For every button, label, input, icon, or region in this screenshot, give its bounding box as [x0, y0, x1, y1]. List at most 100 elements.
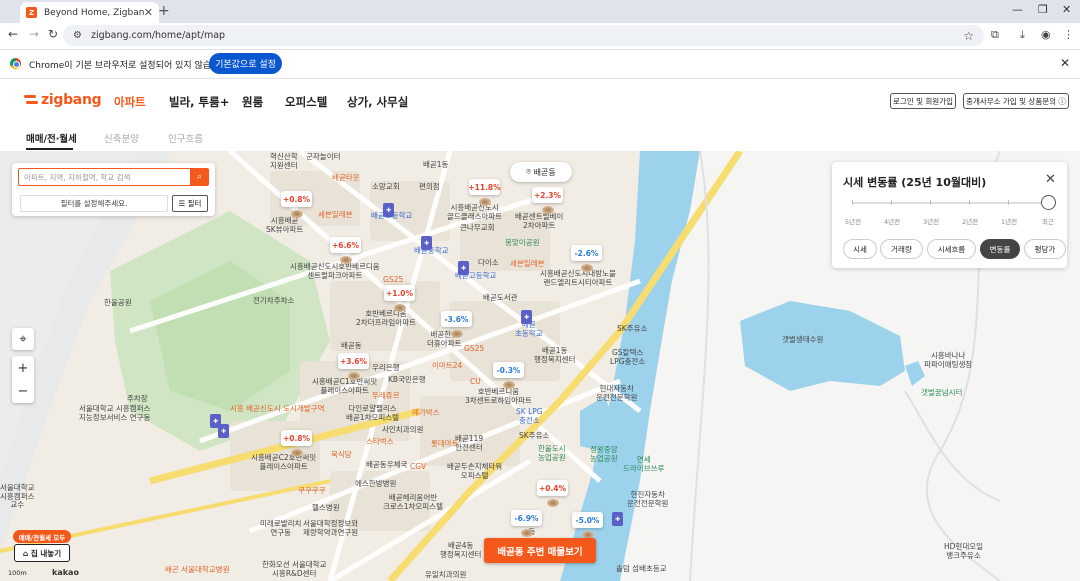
chip-trend[interactable]: 시세흐름	[927, 239, 976, 259]
info-circle-icon: ⓘ	[1058, 96, 1066, 106]
new-tab-icon[interactable]: +	[158, 3, 170, 19]
map-label-gs25-b: GS25	[464, 344, 485, 353]
slider-tick	[1008, 200, 1009, 205]
search-icon: ⌕	[196, 172, 203, 182]
map-label-hoban-central: 시흥배곧신도시호반베르디움 센트럴파크아파트	[290, 262, 380, 280]
location-chip-label: 배곧동	[533, 167, 556, 177]
map-label-starbucks: 스타벅스	[366, 437, 394, 446]
set-default-button[interactable]: 기본값으로 설정	[209, 53, 282, 74]
map-label-bukseong: 북식당	[331, 450, 352, 459]
school-marker-icon[interactable]: ✚	[383, 203, 394, 217]
filter-button[interactable]: ☰ 필터	[172, 195, 208, 212]
map-label-daemyeong: 다인로얄팰리스 배곧1차오피스텔	[346, 404, 400, 422]
price-change-badge[interactable]: +11.8%	[468, 179, 501, 206]
map-label-church: 큰나무교회	[460, 223, 495, 232]
current-location-chip[interactable]: ⌾ 배곧동	[510, 162, 572, 182]
nav-oneroom[interactable]: 원룸	[242, 94, 263, 110]
slider-label: 1년전	[1001, 218, 1018, 226]
browser-tab-bar: Z Beyond Home, Zigbang ✕ + — ❐ ✕	[0, 0, 1080, 23]
map-label-hellsin: 헬스병원	[312, 503, 340, 512]
chip-change-rate[interactable]: 변동률	[980, 239, 1020, 259]
minimize-icon[interactable]: —	[1012, 3, 1023, 16]
tab-trade-rent[interactable]: 매매/전·월세	[26, 131, 77, 145]
slider-label: 최근	[1042, 218, 1054, 226]
close-window-icon[interactable]: ✕	[1062, 3, 1071, 16]
filter-hint[interactable]: 필터를 설정해주세요.	[20, 195, 168, 212]
map-label-hoban-2: 호반베르디움 2차더프라임아파트	[356, 309, 416, 327]
site-info-icon[interactable]: ⚙	[73, 30, 82, 41]
close-panel-icon[interactable]: ✕	[1045, 172, 1056, 187]
download-icon[interactable]: ⤓	[1020, 28, 1025, 42]
price-change-badge[interactable]: -6.9%	[511, 510, 542, 537]
map-label-baegot1: 배곧1동	[423, 160, 449, 169]
active-tab-underline	[26, 148, 73, 150]
school-marker-icon[interactable]: ✚	[458, 261, 469, 275]
map-label-park: 봉맞이공원	[505, 238, 540, 247]
chip-volume[interactable]: 거래량	[880, 239, 923, 259]
slider-tick	[852, 200, 853, 205]
map-label-daiso: 다이소	[478, 258, 499, 267]
map-label-seoul-univ: 서울대학교 시흥캠퍼스 지능정보서비스 연구동	[79, 404, 151, 422]
deal-type-badge[interactable]: 매매/전월세 모두	[13, 530, 71, 543]
school-marker-icon[interactable]: ✚	[218, 424, 229, 438]
price-change-badge[interactable]: -2.6%	[571, 245, 602, 272]
zigbang-logo[interactable]: zigbang	[24, 92, 102, 108]
map-label-seoul-campus: 배곤 서울대학교병원	[165, 565, 230, 574]
chip-per-pyeong[interactable]: 평당가	[1024, 239, 1066, 259]
agent-signup-label: 중개사무소 가입 및 상품문의	[966, 96, 1057, 106]
search-button[interactable]: ⌕	[190, 168, 209, 186]
close-infobar-icon[interactable]: ✕	[1060, 56, 1070, 70]
nav-apartment[interactable]: 아파트	[114, 94, 146, 110]
tab-new-presale[interactable]: 신축분양	[104, 131, 139, 145]
school-marker-icon[interactable]: ✚	[612, 512, 623, 526]
school-marker-icon[interactable]: ✚	[521, 310, 532, 324]
price-change-badge[interactable]: -5.0%	[572, 512, 603, 539]
school-marker-icon[interactable]: ✚	[421, 236, 432, 250]
price-change-badge[interactable]: +0.8%	[281, 430, 312, 457]
map-label-baegotdong: 배곧동	[341, 341, 362, 350]
slider-label: 2년전	[962, 218, 979, 226]
price-change-badge[interactable]: +6.6%	[330, 237, 361, 264]
price-change-badge[interactable]: +1.0%	[384, 285, 415, 312]
view-nearby-listings-button[interactable]: 배곧동 주변 매물보기	[484, 538, 596, 563]
reload-icon[interactable]: ↻	[48, 27, 58, 41]
price-change-badge[interactable]: +3.6%	[338, 353, 369, 380]
price-change-badge[interactable]: +2.3%	[532, 187, 563, 214]
my-location-button[interactable]: ⌖	[12, 328, 34, 350]
nav-villa[interactable]: 빌라, 투룸+	[169, 94, 229, 110]
extensions-icon[interactable]: ⧉	[991, 28, 999, 42]
nav-store-office[interactable]: 상가, 사무실	[347, 94, 408, 110]
price-change-badge[interactable]: +0.4%	[537, 480, 568, 507]
price-change-badge[interactable]: +0.8%	[281, 191, 312, 218]
list-house-button[interactable]: ⌂ 집 내놓기	[14, 544, 70, 562]
map-label-cu: CU	[470, 377, 481, 386]
zoom-out-icon[interactable]: −	[18, 380, 29, 403]
login-button[interactable]: 로그인 및 회원가입	[890, 93, 956, 109]
pin-icon: ⌾	[526, 167, 532, 176]
map-label-galgot: 갯벌꿈넘시터	[921, 388, 963, 397]
agent-signup-button[interactable]: 중개사무소 가입 및 상품문의 ⓘ	[963, 93, 1069, 109]
omnibox[interactable]: ⚙ zigbang.com/home/apt/map ☆	[63, 25, 984, 46]
forward-icon[interactable]: →	[29, 27, 39, 41]
price-change-badge[interactable]: -3.6%	[441, 311, 472, 338]
back-icon[interactable]: ←	[8, 27, 18, 41]
slider-tick	[891, 200, 892, 205]
price-change-badge[interactable]: -0.3%	[493, 362, 524, 389]
zoom-in-icon[interactable]: +	[18, 357, 29, 380]
tab-population-flow[interactable]: 인구흐름	[168, 131, 203, 145]
search-input[interactable]: 아파트, 지역, 지하철역, 학교 검색	[18, 168, 191, 186]
map-label-banana: 시흥바나나 파파이애팅생장	[924, 351, 973, 369]
chip-price[interactable]: 시세	[843, 239, 877, 259]
bookmark-star-icon[interactable]: ☆	[963, 29, 974, 43]
map-label-library: 배곧도서관	[483, 293, 518, 302]
close-tab-icon[interactable]: ✕	[144, 6, 153, 19]
period-slider-track[interactable]	[852, 202, 1048, 204]
restore-icon[interactable]: ❐	[1038, 3, 1048, 16]
map-label-baegot-doseo: 배곧동우체국	[366, 460, 408, 469]
profile-icon[interactable]: ◉	[1041, 28, 1051, 41]
browser-tab[interactable]: Z Beyond Home, Zigbang ✕	[20, 2, 159, 23]
slider-label: 3년전	[923, 218, 940, 226]
nav-officetel[interactable]: 오피스텔	[285, 94, 327, 110]
period-slider-handle[interactable]	[1041, 195, 1056, 210]
menu-icon[interactable]: ⋮	[1063, 28, 1074, 41]
